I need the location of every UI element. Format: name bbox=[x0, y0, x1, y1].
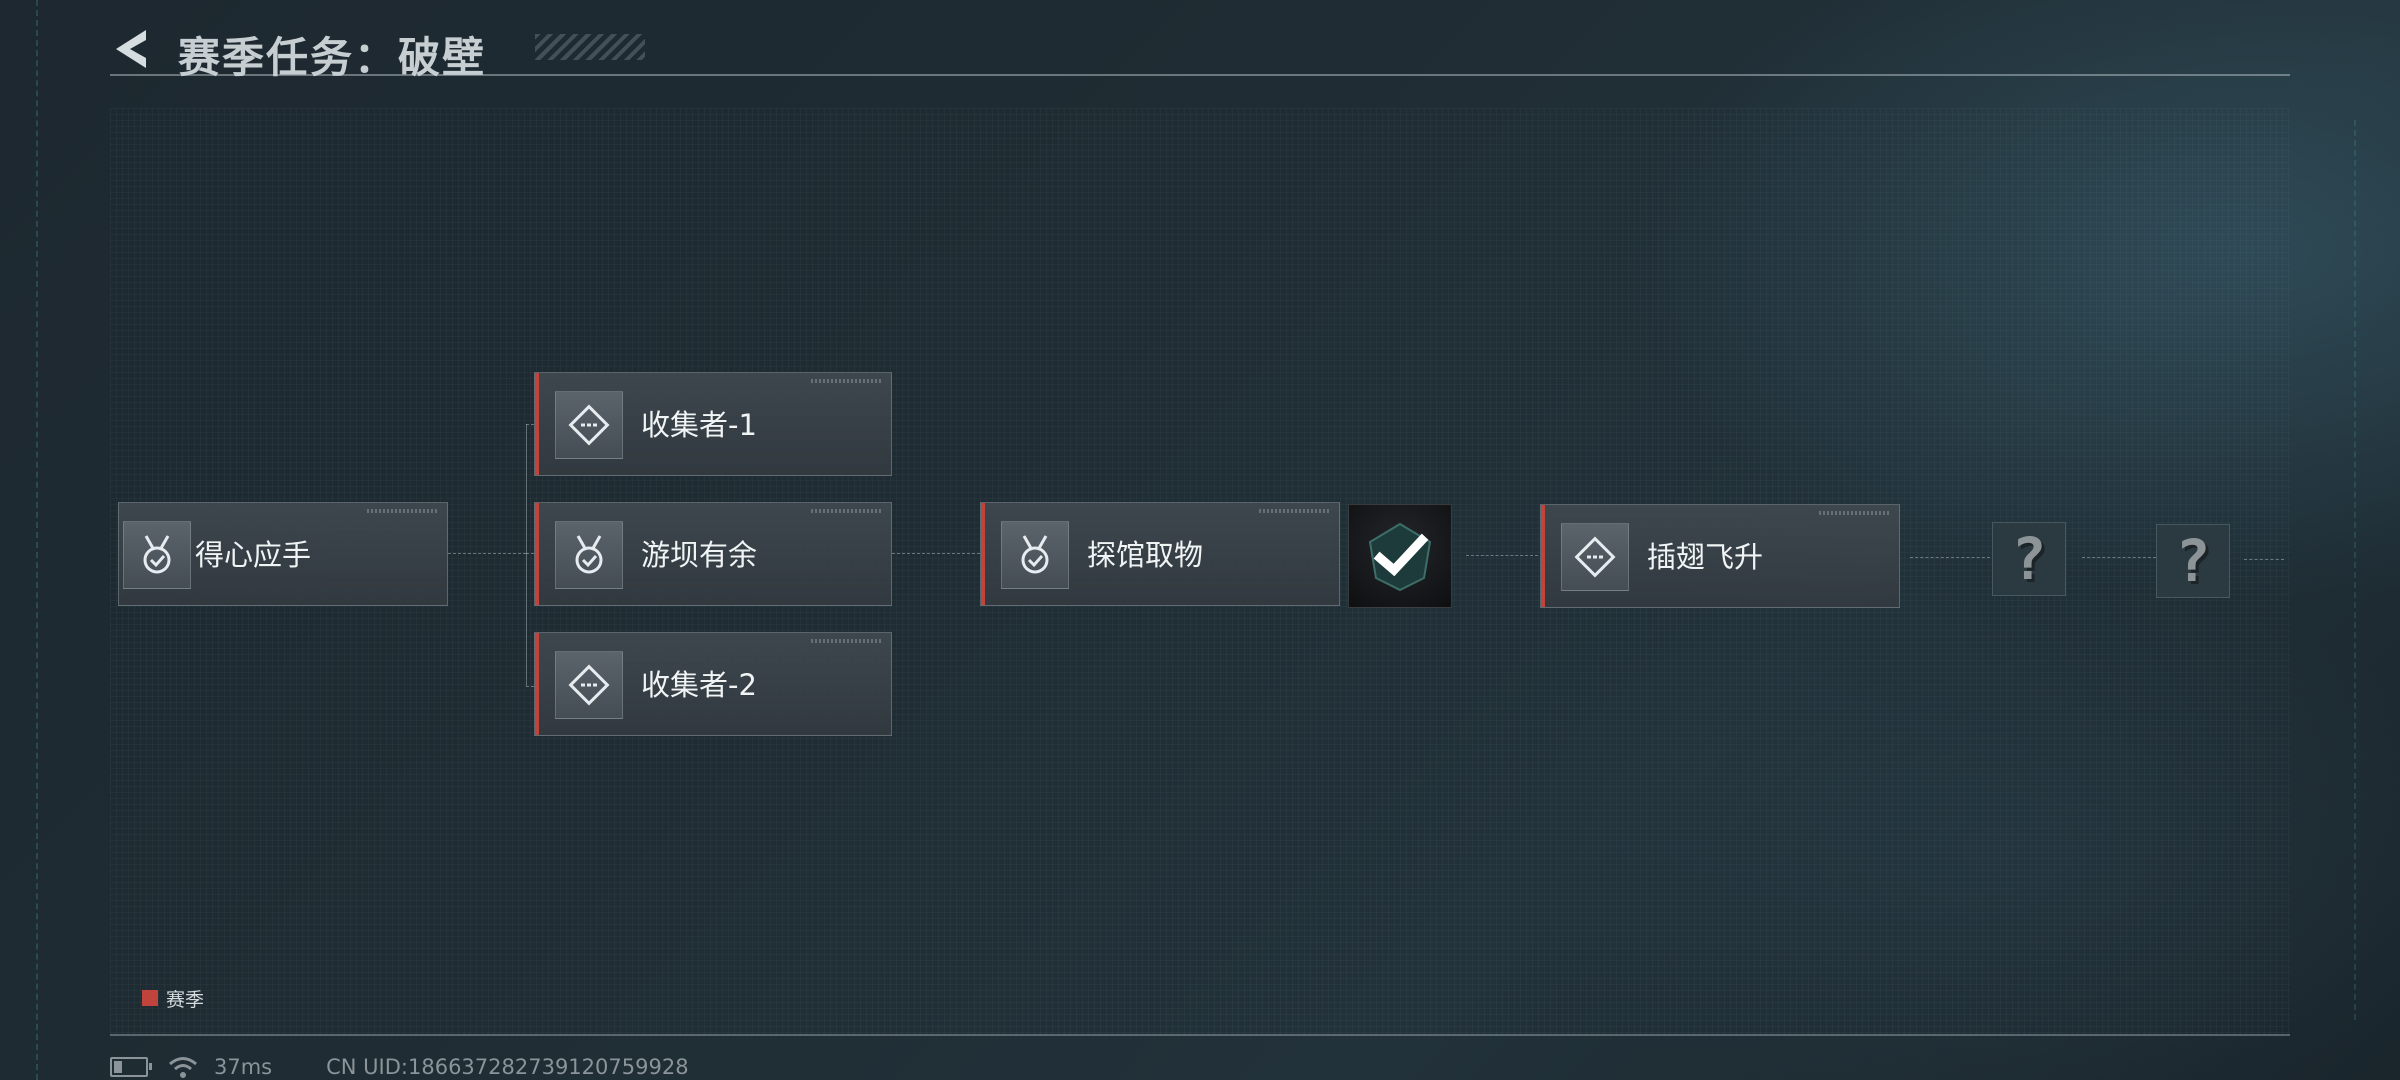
task-icon-box bbox=[555, 651, 623, 719]
connector-line bbox=[526, 686, 534, 687]
task-label: 探馆取物 bbox=[1087, 538, 1204, 572]
reward-item[interactable] bbox=[1348, 504, 1452, 608]
task-label: 游坝有余 bbox=[641, 538, 758, 572]
node-corner-mark bbox=[367, 509, 437, 513]
node-corner-mark bbox=[1819, 511, 1889, 515]
diamond-dash-icon bbox=[568, 404, 610, 446]
task-icon-box bbox=[1001, 521, 1069, 589]
branch-line bbox=[526, 424, 527, 686]
legend-label: 赛季 bbox=[166, 988, 205, 1011]
medal-check-icon bbox=[575, 535, 603, 574]
legend-swatch bbox=[142, 990, 158, 1006]
right-decor-rail bbox=[2354, 120, 2360, 1020]
task-label: 收集者-1 bbox=[641, 408, 757, 442]
connector-line bbox=[1466, 555, 1538, 556]
connector-line bbox=[892, 553, 980, 554]
task-node-t2[interactable]: 收集者-1 bbox=[534, 372, 892, 476]
connector-line bbox=[448, 553, 526, 554]
connector-line bbox=[526, 553, 534, 554]
connector-line bbox=[1910, 557, 1990, 558]
task-node-t3[interactable]: 游坝有余 bbox=[534, 502, 892, 606]
task-node-t4[interactable]: 收集者-2 bbox=[534, 632, 892, 736]
node-corner-mark bbox=[811, 509, 881, 513]
question-mark-icon: ? bbox=[2011, 525, 2047, 593]
header-divider bbox=[110, 74, 2290, 76]
connector-line bbox=[526, 424, 534, 425]
node-corner-mark bbox=[811, 379, 881, 383]
connector-line bbox=[2244, 559, 2284, 560]
node-corner-mark bbox=[1259, 509, 1329, 513]
battery-icon bbox=[110, 1057, 152, 1077]
connector-line bbox=[2082, 557, 2156, 558]
title-decor-hatch bbox=[535, 34, 645, 60]
task-label: 插翅飞升 bbox=[1647, 540, 1764, 574]
question-mark-icon: ? bbox=[2175, 527, 2211, 595]
locked-task-node[interactable]: ? bbox=[2156, 524, 2230, 598]
diamond-dash-icon bbox=[568, 664, 610, 706]
task-icon-box bbox=[555, 391, 623, 459]
diamond-dash-icon bbox=[1574, 536, 1616, 578]
task-node-t6[interactable]: 插翅飞升 bbox=[1540, 504, 1900, 608]
status-bar: 37ms CN UID:18663728273912075​9928 bbox=[110, 1054, 689, 1080]
footer-divider bbox=[110, 1034, 2290, 1036]
back-arrow-icon bbox=[116, 30, 146, 68]
medal-check-icon bbox=[1021, 535, 1049, 574]
locked-task-node[interactable]: ? bbox=[1992, 522, 2066, 596]
wifi-icon bbox=[169, 1057, 197, 1078]
uid-text: CN UID:18663728273912075​9928 bbox=[326, 1055, 689, 1079]
task-icon-box bbox=[555, 521, 623, 589]
task-icon-box bbox=[1561, 523, 1629, 591]
back-button[interactable] bbox=[110, 26, 156, 72]
checkmark-badge-icon bbox=[1368, 522, 1432, 592]
task-node-t5[interactable]: 探馆取物 bbox=[980, 502, 1340, 606]
legend: 赛季 bbox=[142, 986, 205, 1011]
node-corner-mark bbox=[811, 639, 881, 643]
medal-check-icon bbox=[143, 535, 171, 574]
task-icon-box bbox=[123, 521, 191, 589]
task-label: 收集者-2 bbox=[641, 668, 757, 702]
left-decor-rail bbox=[36, 0, 42, 1080]
latency-text: 37ms bbox=[214, 1055, 273, 1079]
task-label: 得心应手 bbox=[195, 538, 312, 572]
battery-fill bbox=[114, 1061, 122, 1073]
task-node-t1[interactable]: 得心应手 bbox=[118, 502, 448, 606]
header: 赛季任务：破壁 bbox=[110, 20, 2290, 82]
